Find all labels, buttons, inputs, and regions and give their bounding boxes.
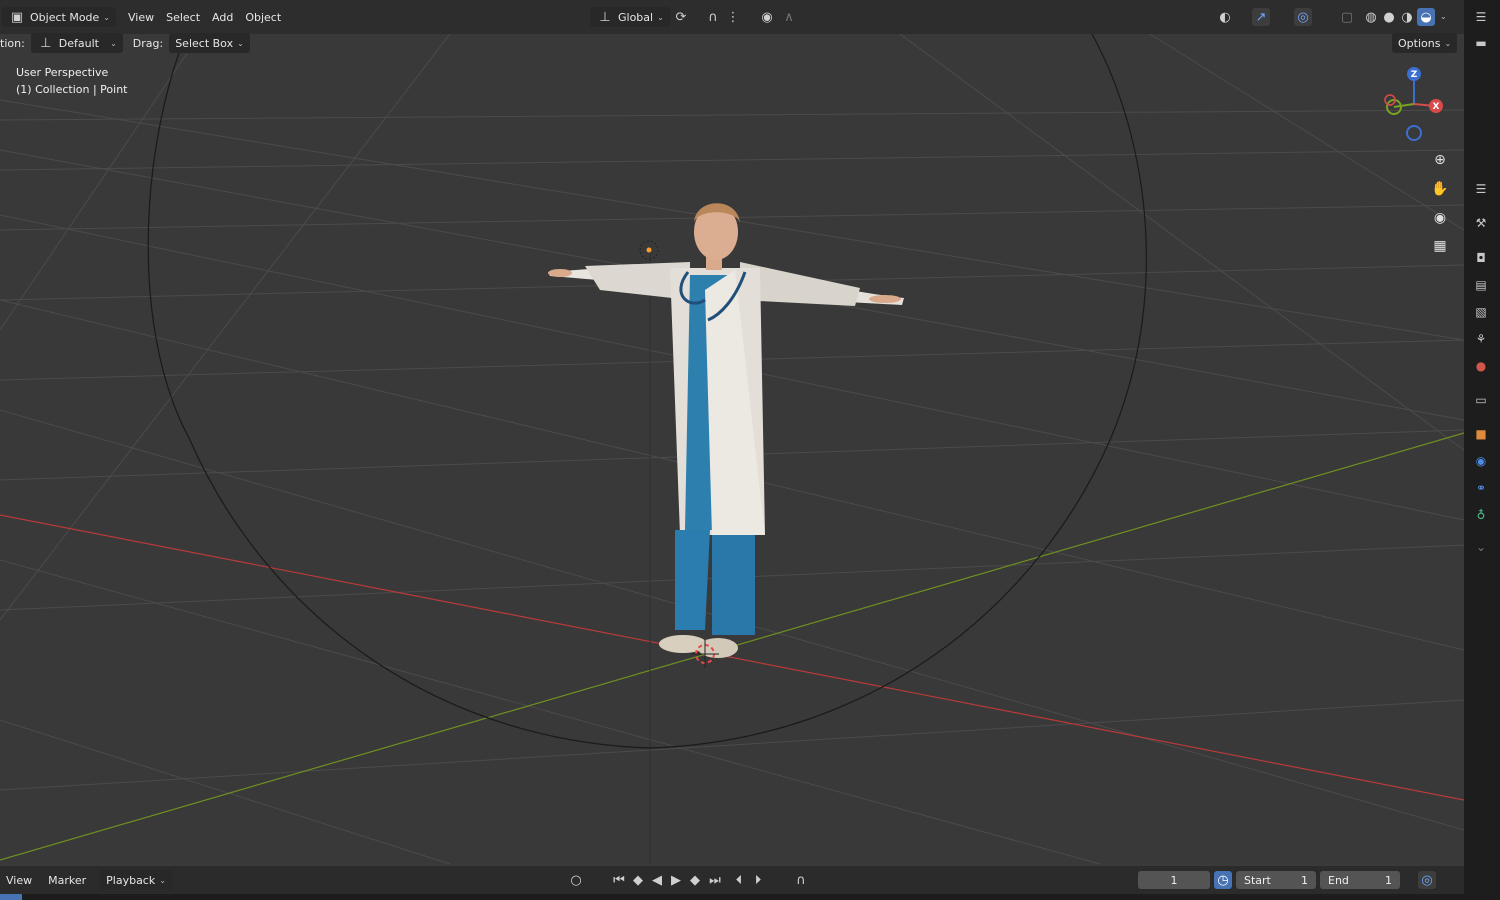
collection-info: (1) Collection | Point [16, 83, 128, 96]
record-icon[interactable]: ○ [567, 871, 585, 889]
timeline-scrubber[interactable] [0, 894, 1500, 900]
options-dropdown[interactable]: Options ⌄ [1392, 33, 1458, 53]
play-reverse-icon[interactable]: ◀ [648, 871, 666, 889]
overlays-icon[interactable]: ◎ [1294, 8, 1312, 26]
rendered-shading-icon[interactable]: ◒ [1417, 8, 1435, 26]
jump-keyframe-back-icon[interactable]: ◆ [629, 871, 647, 889]
3d-viewport[interactable]: Z X ⊕ ✋ ◉ ▦ [0, 34, 1464, 864]
gizmo-icon[interactable]: ↗ [1252, 8, 1270, 26]
tool-options-bar: tion: ⊥ Default ⌄ Drag: Select Box ⌄ Opt… [0, 33, 1464, 53]
menu-add[interactable]: Add [206, 7, 239, 27]
wireframe-shading-icon[interactable]: ◍ [1362, 8, 1380, 26]
end-value: 1 [1385, 873, 1392, 887]
drag-value: Select Box [175, 36, 234, 50]
mode-selector[interactable]: ▣ Object Mode ⌄ [2, 7, 116, 27]
physics-icon[interactable]: ◉ [1472, 452, 1490, 470]
menu-select[interactable]: Select [160, 7, 206, 27]
properties-tab-strip [1464, 0, 1500, 900]
chevron-down-icon[interactable]: ⌄ [1440, 12, 1447, 21]
chevron-down-icon: ⌄ [103, 12, 110, 22]
chevron-down-icon: ⌄ [159, 875, 166, 885]
output-icon[interactable]: ▤ [1472, 276, 1490, 294]
timeline-overlay-icon[interactable]: ◎ [1418, 871, 1436, 889]
view-layer-icon[interactable]: ▧ [1472, 303, 1490, 321]
jump-start-icon[interactable]: ⏮ [610, 871, 628, 889]
mode-label: Object Mode [30, 10, 100, 24]
play-icon[interactable]: ▶ [667, 871, 685, 889]
timeline-menu-marker[interactable]: Marker [42, 870, 92, 890]
visibility-icon[interactable]: ◐ [1216, 8, 1234, 26]
grid-ortho-icon[interactable]: ▦ [1428, 234, 1452, 258]
zoom-icon[interactable]: ⊕ [1428, 148, 1452, 172]
drag-dropdown[interactable]: Select Box ⌄ [169, 33, 250, 53]
playback-label: Playback [106, 873, 156, 887]
viewport-header: ▣ Object Mode ⌄ View Select Add Object ⊥… [0, 0, 1464, 34]
transform-orientation[interactable]: ⊥ Global ⌄ [590, 7, 670, 27]
viewport-info: User Perspective (1) Collection | Point [16, 64, 128, 98]
orientation-dropdown[interactable]: ⊥ Default ⌄ [30, 33, 123, 53]
pivot-icon[interactable]: ⟳ [672, 8, 690, 26]
end-label: End [1328, 873, 1349, 887]
drag-label: Drag: [132, 36, 164, 50]
chevron-down-icon: ⌄ [237, 38, 244, 48]
light-data-icon[interactable]: ♁ [1472, 506, 1490, 524]
chevron-down-icon: ⌄ [110, 38, 117, 48]
menu-object[interactable]: Object [239, 7, 287, 27]
hand-pan-icon[interactable]: ✋ [1428, 177, 1452, 201]
object-mode-icon: ▣ [10, 9, 24, 25]
svg-text:X: X [1433, 102, 1440, 112]
end-frame-field[interactable]: End 1 [1320, 871, 1400, 889]
orientation-label: Global [618, 10, 654, 24]
prev-frame-icon[interactable]: ⏴ [730, 871, 748, 889]
scrubber-handle[interactable] [0, 894, 22, 900]
properties-editor-icon[interactable]: ☰ [1472, 180, 1490, 198]
orientation-value: Default [58, 36, 99, 50]
material-shading-icon[interactable]: ◑ [1398, 8, 1416, 26]
xray-icon[interactable]: ▢ [1338, 8, 1356, 26]
playback-dropdown[interactable]: Playback ⌄ [100, 870, 172, 890]
current-frame-field[interactable]: 1 [1138, 871, 1210, 889]
collection-icon[interactable]: ▭ [1472, 391, 1490, 409]
view-name: User Perspective [16, 66, 109, 79]
chevron-down-icon: ⌄ [1444, 38, 1452, 48]
outliner-icon[interactable]: ☰ [1472, 8, 1490, 26]
navigation-gizmo[interactable]: Z X [1380, 64, 1450, 144]
keying-icon[interactable]: ∩ [792, 871, 810, 889]
chevron-down-icon[interactable]: ⌄ [1472, 538, 1490, 556]
timeline-header: View Marker Playback ⌄ ○ ⏮ ◆ ◀ ▶ ◆ ⏭ ⏴ ⏵… [0, 866, 1464, 894]
start-value: 1 [1301, 873, 1308, 887]
options-label: Options [1398, 36, 1441, 50]
object-icon[interactable]: ■ [1472, 425, 1490, 443]
solid-shading-icon[interactable]: ● [1380, 8, 1398, 26]
orientation-field-label: tion: [0, 36, 25, 50]
scene-icon[interactable]: ⚘ [1472, 330, 1490, 348]
timeline-menu-view[interactable]: View [0, 870, 38, 890]
chevron-down-icon: ⌄ [657, 12, 664, 22]
world-icon[interactable]: ● [1472, 357, 1490, 375]
camera-view-icon[interactable]: ◉ [1428, 206, 1452, 230]
orientation-icon: ⊥ [599, 9, 611, 25]
proportional-edit-icon[interactable]: ◉ [758, 8, 776, 26]
menu-view[interactable]: View [122, 7, 160, 27]
next-frame-icon[interactable]: ⏵ [749, 871, 767, 889]
jump-end-icon[interactable]: ⏭ [706, 871, 724, 889]
tool-icon[interactable]: ⚒ [1472, 214, 1490, 232]
render-icon[interactable]: ◘ [1472, 249, 1490, 267]
viewport-scene[interactable] [0, 34, 1464, 864]
snap-target-icon[interactable]: ⋮ [724, 8, 742, 26]
jump-keyframe-forward-icon[interactable]: ◆ [686, 871, 704, 889]
start-frame-field[interactable]: Start 1 [1236, 871, 1316, 889]
current-frame-value: 1 [1170, 873, 1178, 887]
falloff-icon[interactable]: ∧ [780, 8, 798, 26]
start-label: Start [1244, 873, 1271, 887]
svg-text:Z: Z [1411, 70, 1418, 80]
constraints-icon[interactable]: ⚭ [1472, 479, 1490, 497]
preview-range-icon[interactable]: ◷ [1214, 871, 1232, 889]
snap-icon[interactable]: ∩ [704, 8, 722, 26]
transform-icon: ⊥ [40, 35, 52, 51]
outliner-filter-icon[interactable]: ▬ [1472, 34, 1490, 52]
